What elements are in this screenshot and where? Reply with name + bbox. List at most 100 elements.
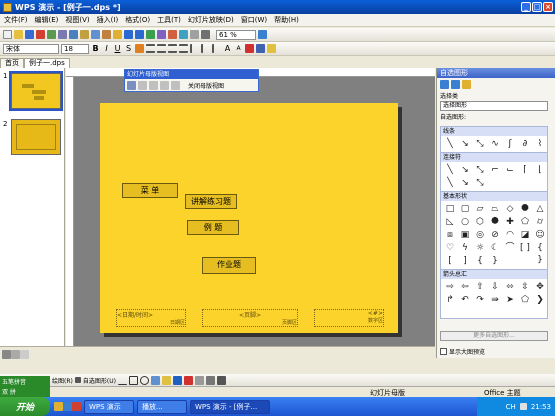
italic-icon[interactable]: I: [102, 44, 111, 53]
curve-icon[interactable]: ∿: [488, 138, 502, 150]
octagon2-icon[interactable]: ⯄: [488, 216, 502, 228]
menu-tools[interactable]: 工具(T): [157, 15, 181, 25]
align-left-icon[interactable]: [146, 44, 155, 53]
task-wps-writer[interactable]: WPS 演示: [84, 399, 134, 414]
design-icon[interactable]: [256, 44, 265, 53]
spell-icon[interactable]: [69, 30, 78, 39]
fill-color-icon[interactable]: [161, 375, 171, 385]
rectangle-icon[interactable]: □: [443, 203, 457, 215]
sun-icon[interactable]: ☼: [473, 242, 487, 254]
example-box[interactable]: 例 题: [187, 220, 239, 235]
lightning-icon[interactable]: ϟ: [458, 242, 472, 254]
normal-view-icon[interactable]: [2, 349, 11, 359]
connector-icon[interactable]: ⌊: [533, 164, 547, 176]
bevel-icon[interactable]: ▣: [458, 229, 472, 241]
menu-slideshow[interactable]: 幻灯片放映(D): [188, 15, 234, 25]
close-master-view-button[interactable]: 关闭母版视图: [188, 81, 224, 90]
menu-box[interactable]: 菜 单: [122, 183, 178, 198]
more-shapes-button[interactable]: 更多自选图形...: [440, 331, 548, 341]
slide-master[interactable]: 菜 单 讲解练习题 例 题 作业题 <日期/时间> 日期区 <页脚> 页脚区 <…: [100, 103, 398, 333]
rename-icon[interactable]: [160, 81, 169, 90]
start-button[interactable]: 开始: [0, 397, 50, 416]
donut-icon[interactable]: ◎: [473, 229, 487, 241]
connector-icon[interactable]: ╲: [443, 164, 457, 176]
left-bracket-icon[interactable]: [: [443, 255, 457, 267]
cut-icon[interactable]: [80, 30, 89, 39]
align-center-icon[interactable]: [157, 44, 166, 53]
format-painter-icon[interactable]: [113, 30, 122, 39]
bent-arrow-icon[interactable]: ↱: [443, 294, 457, 306]
polyline-icon[interactable]: ⌇: [533, 138, 547, 150]
text-color-icon[interactable]: [183, 375, 193, 385]
left-arrow-icon[interactable]: ⇦: [458, 281, 472, 293]
new-slide-icon[interactable]: [267, 44, 276, 53]
connector-icon[interactable]: ⤡: [473, 164, 487, 176]
help-icon[interactable]: [258, 30, 267, 39]
up-down-arrow-icon[interactable]: ⇳: [518, 281, 532, 293]
font-size-select[interactable]: 18: [61, 43, 89, 54]
menu-file[interactable]: 文件(F): [4, 15, 28, 25]
delete-master-icon[interactable]: [149, 81, 158, 90]
line-shape-icon[interactable]: ╲: [443, 138, 457, 150]
connector-icon[interactable]: ↘: [458, 164, 472, 176]
close-button[interactable]: ×: [543, 2, 553, 12]
zoom-select[interactable]: 61 %: [216, 29, 256, 40]
sorter-view-icon[interactable]: [11, 349, 20, 359]
insert-picture-icon[interactable]: [168, 30, 177, 39]
octagon-icon[interactable]: ⯃: [518, 203, 532, 215]
select-pointer-icon[interactable]: [74, 377, 81, 383]
task-wps-presentation[interactable]: WPS 演示 - [例子...: [190, 399, 270, 414]
highlight-icon[interactable]: [135, 44, 144, 53]
pdf-icon[interactable]: [36, 30, 45, 39]
align-right-icon[interactable]: [168, 44, 177, 53]
folded-corner-icon[interactable]: ◪: [518, 229, 532, 241]
menu-window[interactable]: 窗口(W): [241, 15, 267, 25]
quicklaunch-desktop-icon[interactable]: [63, 402, 72, 411]
textbox-icon[interactable]: [150, 375, 160, 385]
preview-icon[interactable]: [58, 30, 67, 39]
practice-box[interactable]: 讲解练习题: [185, 194, 237, 209]
heart-icon[interactable]: ♡: [443, 242, 457, 254]
open-icon[interactable]: [14, 30, 23, 39]
bracket-icon[interactable]: [ ]: [518, 242, 532, 254]
down-arrow-icon[interactable]: ⇩: [488, 281, 502, 293]
color-icon[interactable]: [201, 30, 210, 39]
menu-edit[interactable]: 编辑(E): [35, 15, 59, 25]
ime-indicator[interactable]: CH: [506, 403, 516, 411]
new-icon[interactable]: [3, 30, 12, 39]
insert-table-icon[interactable]: [157, 30, 166, 39]
connector-icon[interactable]: ⌙: [503, 164, 517, 176]
arrow-line-icon[interactable]: ↘: [458, 138, 472, 150]
right-arrow-icon[interactable]: ⇨: [443, 281, 457, 293]
double-arrow-icon[interactable]: ⤡: [473, 138, 487, 150]
redo-icon[interactable]: [135, 30, 144, 39]
right-brace-icon[interactable]: }: [488, 255, 502, 267]
block-arc-icon[interactable]: ◠: [503, 229, 517, 241]
line-tool-icon[interactable]: [117, 376, 127, 385]
menu-format[interactable]: 格式(O): [125, 15, 150, 25]
freeform-icon[interactable]: ʃ: [503, 138, 517, 150]
grid-icon[interactable]: [190, 30, 199, 39]
footer-middle-area[interactable]: <页脚> 页脚区: [202, 309, 298, 327]
left-right-arrow-icon[interactable]: ⬄: [503, 281, 517, 293]
brace-icon[interactable]: { }: [533, 242, 547, 265]
basic-shapes-header[interactable]: 基本形状: [441, 192, 547, 201]
slide-thumbnail-2[interactable]: [11, 119, 61, 155]
connector-icon[interactable]: ⤡: [473, 177, 487, 189]
underline-icon[interactable]: U: [113, 44, 122, 53]
arrows-section-header[interactable]: 箭头总汇: [441, 270, 547, 279]
forward-icon[interactable]: [451, 80, 460, 89]
bullets-icon[interactable]: [190, 44, 199, 53]
numbering-icon[interactable]: [201, 44, 210, 53]
ime-panel[interactable]: 五笔拼音 双 拼: [0, 376, 50, 399]
footer-date-area[interactable]: <日期/时间> 日期区: [116, 309, 186, 327]
maximize-button[interactable]: □: [532, 2, 542, 12]
line-style-icon[interactable]: [194, 375, 204, 385]
chevron-arrow-icon[interactable]: ❯: [533, 294, 547, 306]
triangle-icon[interactable]: △: [533, 203, 547, 215]
oval-tool-icon[interactable]: [139, 375, 149, 385]
hexagon-icon[interactable]: ⬡: [473, 216, 487, 228]
font-color-icon[interactable]: [245, 44, 254, 53]
connector-icon[interactable]: ⌐: [488, 164, 502, 176]
bold-icon[interactable]: B: [91, 44, 100, 53]
